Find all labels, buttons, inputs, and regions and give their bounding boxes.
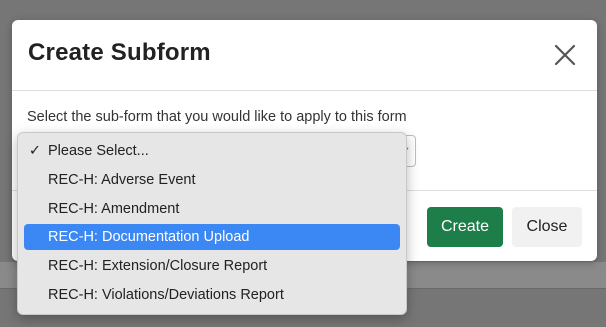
option-adverse-event[interactable]: REC-H: Adverse Event: [24, 167, 400, 193]
option-amendment[interactable]: REC-H: Amendment: [24, 196, 400, 222]
subform-prompt: Select the sub-form that you would like …: [27, 109, 407, 125]
close-icon[interactable]: [552, 42, 578, 68]
option-label: REC-H: Documentation Upload: [48, 229, 250, 245]
option-documentation-upload[interactable]: REC-H: Documentation Upload: [24, 224, 400, 250]
create-button[interactable]: Create: [427, 207, 503, 247]
option-label: Please Select...: [48, 143, 149, 159]
close-x-glyph: [554, 44, 576, 66]
option-label: REC-H: Violations/Deviations Report: [48, 287, 284, 303]
option-violations-deviations-report[interactable]: REC-H: Violations/Deviations Report: [24, 282, 400, 308]
option-label: REC-H: Amendment: [48, 201, 180, 217]
checkmark-icon: ✓: [28, 143, 42, 159]
dialog-title: Create Subform: [28, 39, 211, 66]
option-please-select[interactable]: ✓ Please Select...: [24, 138, 400, 164]
option-label: REC-H: Adverse Event: [48, 172, 196, 188]
dialog-header: Create Subform: [12, 20, 597, 91]
subform-options-list: ✓ Please Select... REC-H: Adverse Event …: [17, 132, 407, 315]
option-extension-closure-report[interactable]: REC-H: Extension/Closure Report: [24, 253, 400, 279]
close-button[interactable]: Close: [512, 207, 582, 247]
option-label: REC-H: Extension/Closure Report: [48, 258, 268, 274]
